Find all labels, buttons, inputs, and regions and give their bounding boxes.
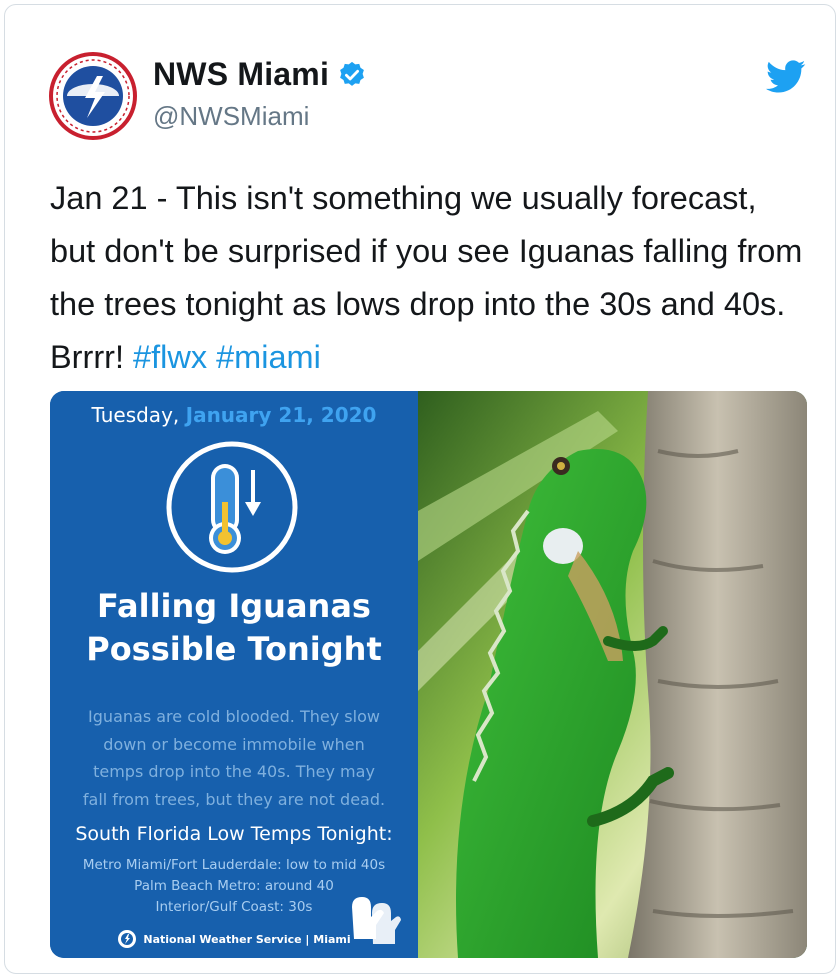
headline-line-1: Falling Iguanas <box>97 587 371 625</box>
nws-logo-icon[interactable] <box>49 52 137 140</box>
hashtag-miami[interactable]: #miami <box>216 339 321 375</box>
body-line: Iguanas are cold blooded. They slow <box>88 707 380 726</box>
lows-item: Metro Miami/Fort Lauderdale: low to mid … <box>82 857 386 873</box>
nws-logo-icon <box>118 930 137 948</box>
iguana-photo <box>418 391 807 958</box>
footer-text: National Weather Service | Miami <box>143 932 351 946</box>
date-accent: January 21, 2020 <box>185 403 377 427</box>
tweet-text: Jan 21 - This isn't something we usually… <box>50 172 810 384</box>
body-line: temps drop into the 40s. They may <box>93 762 375 781</box>
lows-title: South Florida Low Temps Tonight: <box>75 823 393 845</box>
display-name[interactable]: NWS Miami <box>153 56 329 93</box>
body-line: fall from trees, but they are not dead. <box>82 789 386 809</box>
verified-badge-icon <box>340 61 364 86</box>
graphic-body: Iguanas are cold blooded. They slow down… <box>60 703 408 813</box>
graphic-footer: National Weather Service | Miami <box>50 929 418 949</box>
graphic-panel: Tuesday, January 21, 2020 Falling Iguana… <box>50 391 418 958</box>
hashtag-flwx[interactable]: #flwx <box>133 339 207 375</box>
user-handle[interactable]: @NWSMiami <box>153 101 309 132</box>
headline-line-2: Possible Tonight <box>86 630 382 668</box>
graphic-date: Tuesday, January 21, 2020 <box>50 403 418 427</box>
display-name-row[interactable]: NWS Miami <box>153 56 367 93</box>
twitter-bird-icon[interactable] <box>766 60 806 94</box>
thermometer-falling-icon <box>166 441 298 573</box>
date-prefix: Tuesday, <box>91 403 186 427</box>
tweet-media[interactable]: Tuesday, January 21, 2020 Falling Iguana… <box>50 391 807 958</box>
body-line: down or become immobile when <box>103 734 365 754</box>
graphic-headline: Falling Iguanas Possible Tonight <box>50 585 418 671</box>
